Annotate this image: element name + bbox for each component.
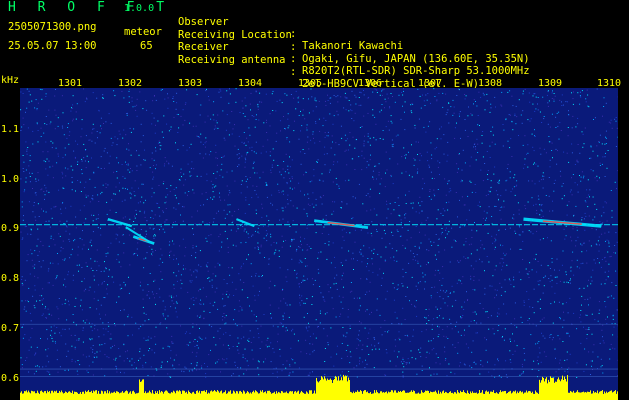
info-value: R820T2(RTL-SDR) SDR-Sharp 53.1000MHz (302, 65, 530, 77)
info-row-location: Receiving Location : Ogaki, Gifu, JAPAN … (178, 17, 530, 65)
header-panel: H R O F F T 1.0.0 2505071300.png 25.05.0… (0, 0, 629, 90)
info-separator: : (290, 53, 297, 65)
info-separator: : (290, 40, 297, 53)
app-version: 1.0.0 (124, 3, 155, 14)
y-tick-label: 0.7 (1, 323, 20, 334)
info-row-observer: Observer : Takanori Kawachi (178, 4, 403, 52)
y-axis-unit: kHz (1, 75, 20, 86)
date-time: 25.05.07 13:00 (8, 40, 97, 52)
y-tick-label: 0.9 (1, 223, 20, 234)
spectrogram-plot (20, 88, 618, 400)
info-row-antenna: Receiving antenna : 2el-HB9CV Vertical (… (178, 42, 479, 90)
station-info: Observer : Takanori Kawachi Receiving Lo… (178, 4, 530, 90)
file-name: 2505071300.png (8, 21, 97, 33)
info-value: Takanori Kawachi (302, 40, 404, 52)
level-bar (20, 374, 618, 400)
y-tick-label: 1.1 (1, 124, 20, 135)
noise-texture (20, 88, 618, 379)
y-tick-label: 0.8 (1, 273, 20, 284)
info-row-receiver: Receiver : R820T2(RTL-SDR) SDR-Sharp 53.… (178, 29, 530, 77)
info-label: Receiving antenna (178, 53, 286, 66)
echo-count: 65 (140, 40, 153, 52)
y-tick-label: 0.6 (1, 373, 20, 384)
info-value: Ogaki, Gifu, JAPAN (136.60E, 35.35N) (302, 52, 530, 65)
mode-label: meteor (124, 26, 162, 38)
y-tick-label: 1.0 (1, 174, 20, 185)
spectrogram-canvas (20, 88, 618, 400)
info-separator: : (290, 65, 297, 78)
